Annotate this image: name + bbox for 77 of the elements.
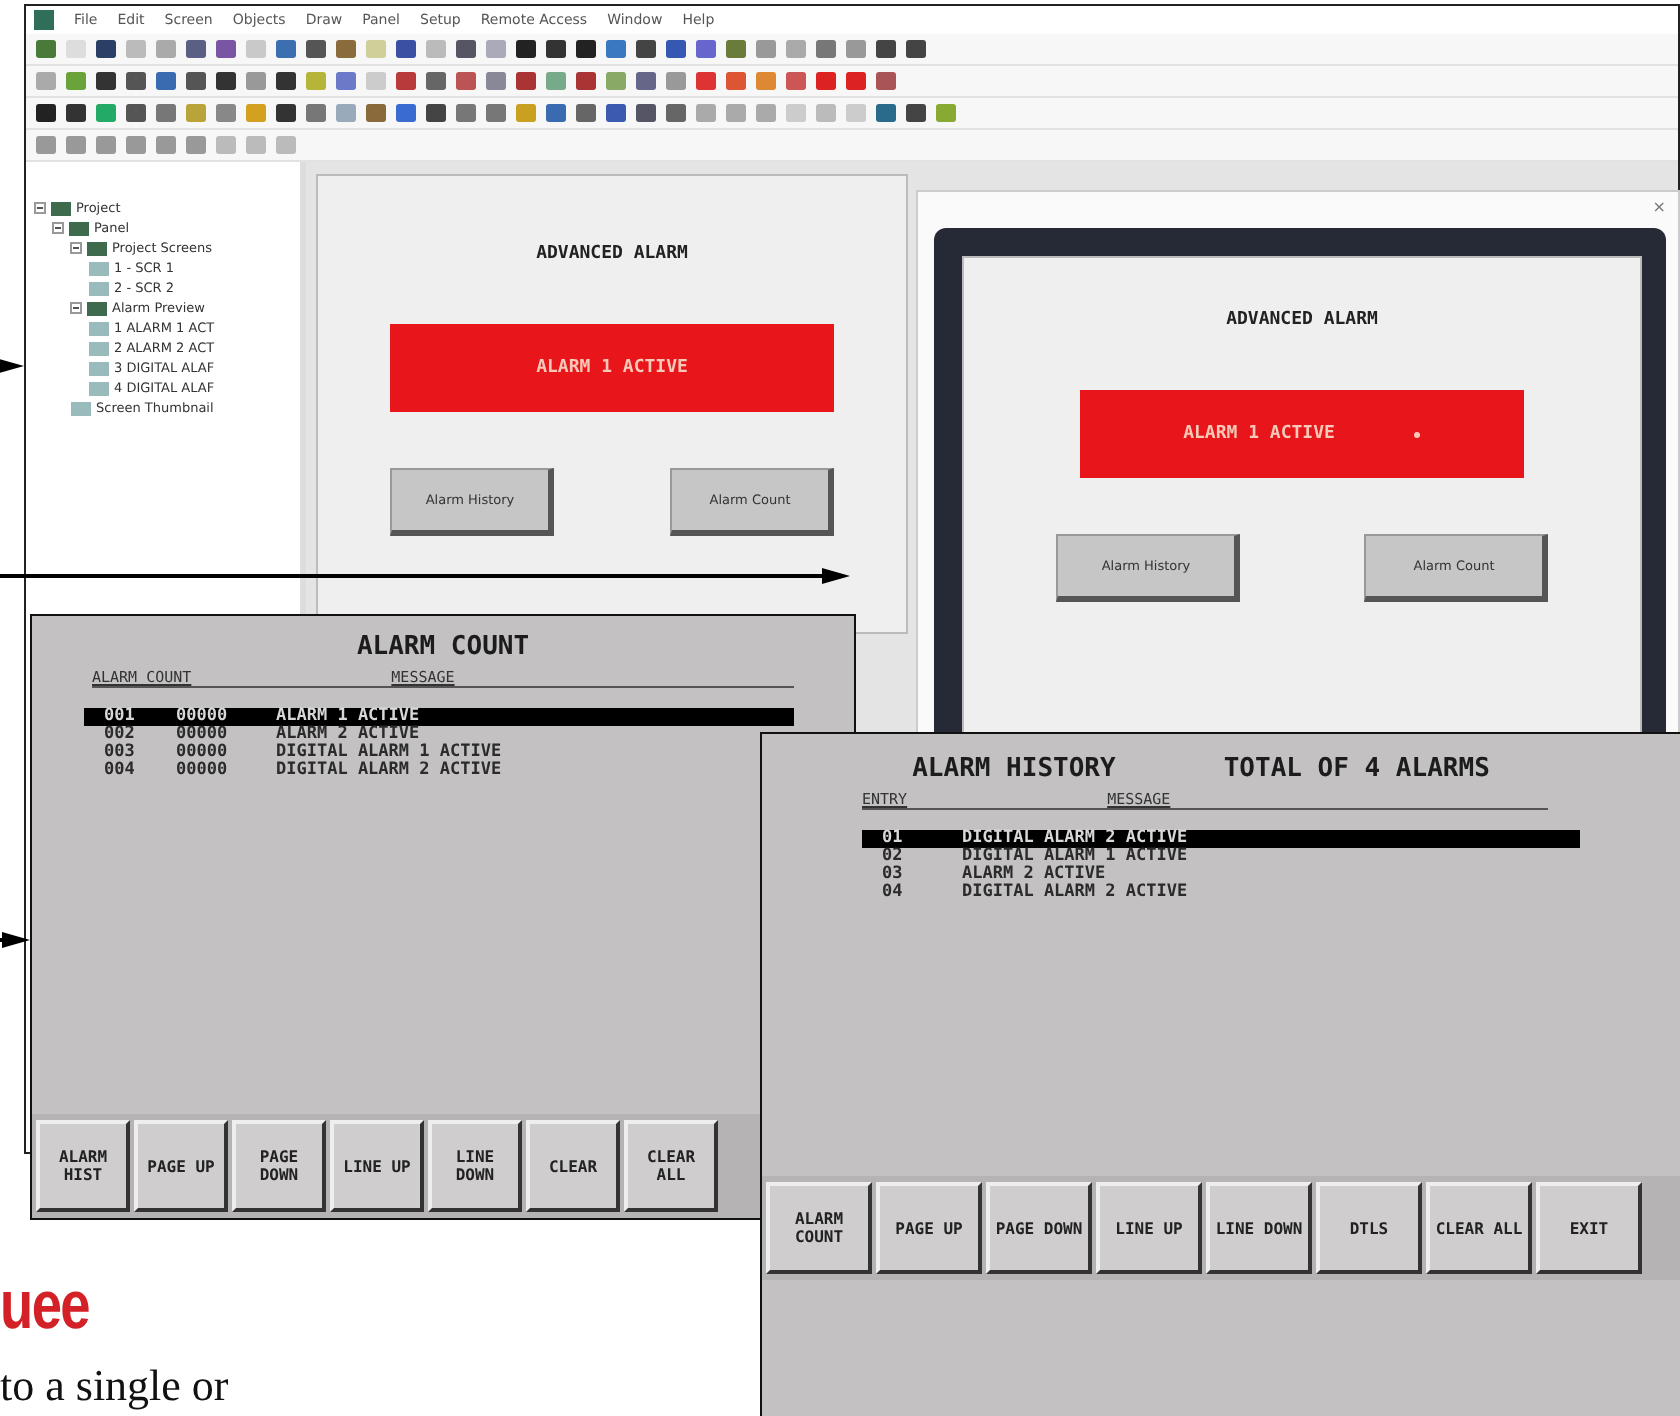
tool-icon[interactable] [34, 102, 58, 124]
folder-icon [86, 239, 108, 257]
tool-icon[interactable] [274, 70, 298, 92]
folder-icon [86, 299, 108, 317]
alarm-row[interactable]: 02 DIGITAL ALARM 1 ACTIVE [862, 848, 1192, 866]
tool-icon[interactable] [634, 102, 658, 124]
panel-title: ALARM COUNT [356, 632, 530, 662]
folder-icon [88, 279, 110, 297]
folder-icon [70, 399, 92, 417]
tool-icon[interactable] [274, 102, 298, 124]
tool-icon[interactable] [304, 38, 328, 60]
tool-icon[interactable] [574, 38, 598, 60]
collapse-icon[interactable] [34, 202, 46, 214]
function-key[interactable]: LINE DOWN [1206, 1182, 1312, 1274]
collapse-icon[interactable] [70, 242, 82, 254]
function-key[interactable]: PAGE UP [876, 1182, 982, 1274]
function-key[interactable]: PAGE DOWN [986, 1182, 1092, 1274]
function-key[interactable]: ALARM COUNT [766, 1182, 872, 1274]
pointer-arrow [0, 356, 26, 376]
tool-icon[interactable] [94, 70, 118, 92]
tool-icon[interactable] [904, 102, 928, 124]
function-key[interactable]: LINE DOWN [428, 1120, 522, 1212]
folder-icon [88, 379, 110, 397]
panel-title: ALARM HISTORY [912, 754, 1116, 784]
function-key[interactable]: CLEAR [526, 1120, 620, 1212]
tool-icon[interactable] [214, 70, 238, 92]
alarm-banner: ALARM 1 ACTIVE [390, 324, 834, 412]
body-text: to a single or [0, 1360, 229, 1412]
tool-icon[interactable] [544, 38, 568, 60]
folder-icon [88, 359, 110, 377]
folder-icon [88, 339, 110, 357]
tool-icon[interactable] [574, 70, 598, 92]
tool-icon[interactable] [124, 70, 148, 92]
tool-icon[interactable] [904, 38, 928, 60]
collapse-icon[interactable] [70, 302, 82, 314]
tool-icon[interactable] [394, 38, 418, 60]
alarm-row[interactable]: 001 00000 ALARM 1 ACTIVE [84, 708, 794, 726]
alarm-row[interactable]: 04 DIGITAL ALARM 2 ACTIVE [862, 884, 1192, 902]
status-dot [1414, 431, 1421, 437]
alarm-total: TOTAL OF 4 ALARMS [1223, 754, 1490, 784]
alarm-row[interactable]: 002 00000 ALARM 2 ACTIVE [84, 726, 424, 744]
tool-icon[interactable] [454, 38, 478, 60]
tool-icon[interactable] [874, 38, 898, 60]
tool-icon[interactable] [514, 38, 538, 60]
folder-icon [68, 219, 90, 237]
alarm-banner: ALARM 1 ACTIVE [1080, 390, 1524, 478]
app-icon [34, 10, 54, 30]
function-key[interactable]: PAGE UP [134, 1120, 228, 1212]
section-heading: uee [0, 1268, 89, 1346]
folder-icon [88, 319, 110, 337]
alarm-row[interactable]: 004 00000 DIGITAL ALARM 2 ACTIVE [84, 762, 506, 780]
collapse-icon[interactable] [52, 222, 64, 234]
tool-icon[interactable] [124, 102, 148, 124]
function-key[interactable]: LINE UP [1096, 1182, 1202, 1274]
function-key[interactable]: PAGE DOWN [232, 1120, 326, 1212]
function-key[interactable]: DTLS [1316, 1182, 1422, 1274]
tool-icon[interactable] [634, 38, 658, 60]
tool-icon[interactable] [514, 70, 538, 92]
function-key[interactable]: ALARM HIST [36, 1120, 130, 1212]
folder-icon [88, 259, 110, 277]
function-key[interactable]: CLEAR ALL [1426, 1182, 1532, 1274]
function-key[interactable]: EXIT [1536, 1182, 1642, 1274]
function-key[interactable]: CLEAR ALL [624, 1120, 718, 1212]
screen-title: ADVANCED ALARM [1226, 310, 1378, 330]
screen-title: ADVANCED ALARM [536, 244, 688, 264]
function-key[interactable]: LINE UP [330, 1120, 424, 1212]
alarm-row[interactable]: 03 ALARM 2 ACTIVE [862, 866, 1110, 884]
tool-icon[interactable] [94, 38, 118, 60]
tool-icon[interactable] [184, 70, 208, 92]
tool-icon[interactable] [64, 102, 88, 124]
alarm-row[interactable]: 01 DIGITAL ALARM 2 ACTIVE [862, 830, 1580, 848]
folder-icon [50, 199, 72, 217]
tool-icon[interactable] [664, 38, 688, 60]
close-button[interactable]: × [1652, 197, 1666, 215]
pointer-arrow [0, 930, 32, 950]
alarm-row[interactable]: 003 00000 DIGITAL ALARM 1 ACTIVE [84, 744, 506, 762]
tool-icon[interactable] [424, 102, 448, 124]
